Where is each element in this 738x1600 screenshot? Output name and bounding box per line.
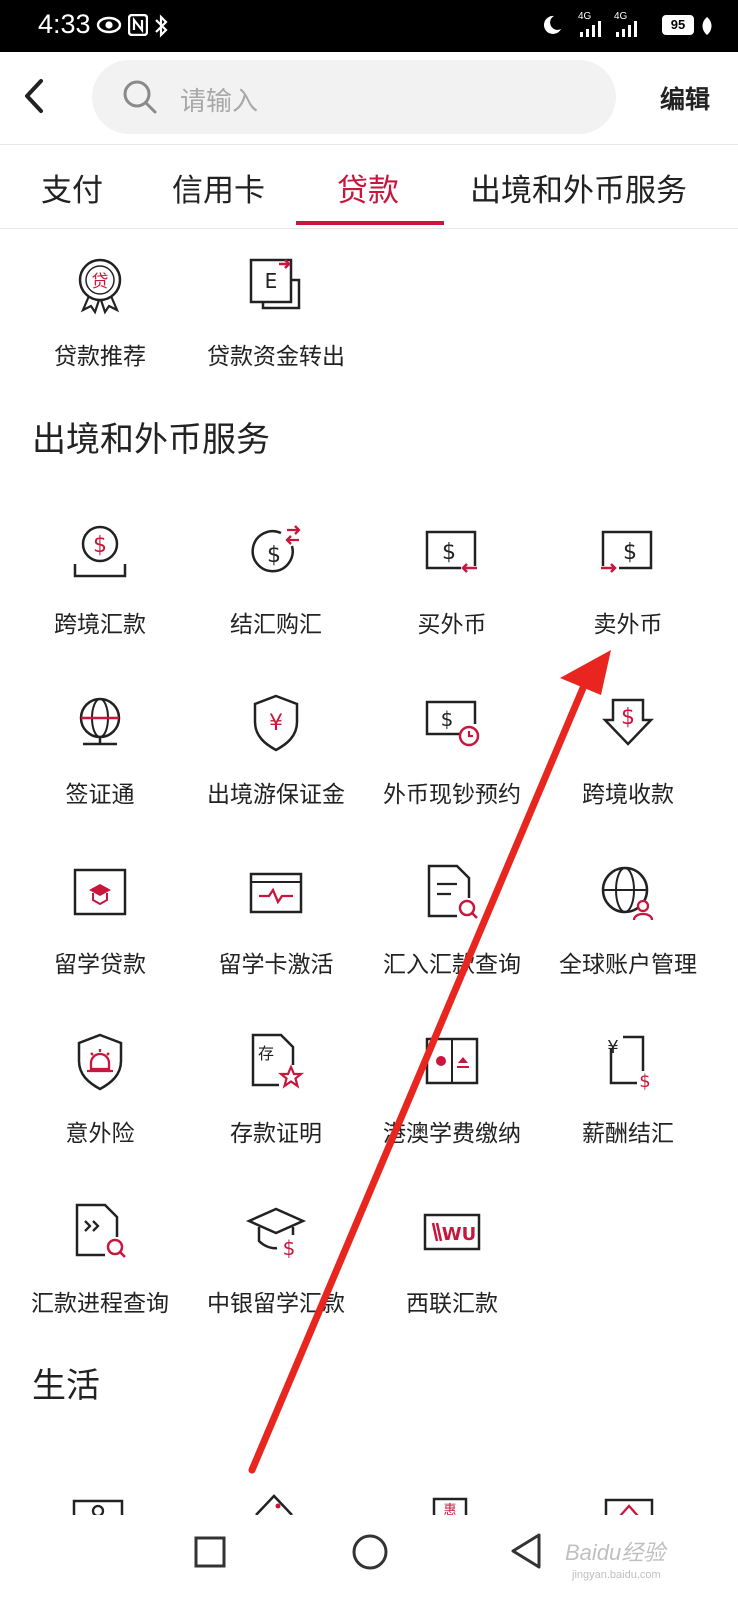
cross-border-receive-icon: $ [602,698,654,746]
deposit-certificate-icon: 存 [251,1033,305,1089]
grid-item-label: 跨境汇款 [54,612,146,638]
grid-item-label: 留学卡激活 [218,952,334,978]
leaf-icon [702,17,712,35]
card-activate-icon [249,872,303,914]
grid-item-label: 外币现钞预约 [383,782,521,808]
svg-text:$: $ [623,540,637,565]
study-loan-icon [73,868,127,916]
baidu-watermark: Baidu经验 [565,1540,666,1565]
remit-progress-icon [75,1203,126,1258]
svg-text:贷: 贷 [92,272,109,292]
grid-item-label: 留学贷款 [54,952,146,978]
grid-item-label: 汇款进程查询 [31,1291,169,1317]
baidu-watermark-url: jingyan.baidu.com [572,1569,661,1581]
hk-macau-tuition-icon [425,1037,479,1085]
svg-text:E: E [265,269,278,293]
fund-transfer-icon: E [249,258,301,310]
search-icon [123,80,157,114]
salary-exchange-icon: ¥ $ [607,1035,651,1092]
grid-item-label: 港澳学费缴纳 [383,1121,521,1147]
svg-text:$: $ [442,540,456,565]
search-placeholder: 请输入 [180,87,259,117]
exchange-icon: $ [251,525,301,573]
life-home-card-icon [604,1498,654,1516]
recent-apps-icon[interactable] [193,1535,227,1569]
eye-icon [96,16,122,34]
cross-border-remit-icon: $ [73,525,127,578]
grid-item-label: 贷款资金转出 [207,344,345,370]
visa-globe-icon [79,697,121,746]
svg-text:¥: ¥ [607,1037,618,1058]
life-house-icon [255,1494,293,1515]
loan-badge-icon: 贷 [78,258,122,315]
back-arrow-icon[interactable] [22,78,46,114]
svg-text:存: 存 [258,1044,274,1063]
global-account-icon [601,866,654,921]
signal-icon-1 [580,21,601,37]
shield-yuan-icon: ¥ [253,694,299,752]
grid-item-label: 薪酬结汇 [582,1121,674,1147]
grid-item-label: 贷款推荐 [54,344,146,370]
svg-text:WU: WU [442,1224,476,1245]
grid-item-label: 汇入汇款查询 [383,952,521,978]
status-time: 4:33 [38,9,91,39]
signal-icon-2 [616,21,637,37]
section-title-life: 生活 [32,1366,100,1406]
grid-item-label: 出境游保证金 [207,782,345,808]
life-person-card-icon [72,1499,124,1517]
active-tab-indicator [296,221,444,225]
moon-icon [543,15,561,34]
grid-item-label: 跨境收款 [582,782,674,808]
buy-forex-icon: $ [425,530,477,573]
header-bar: 请输入 编辑 [0,52,738,145]
grid-item-label: 结汇购汇 [230,612,322,638]
nfc-icon [128,14,148,36]
category-tabs: 支付 信用卡 贷款 出境和外币服务 [0,145,738,229]
life-calendar-icon: 惠 [432,1497,468,1516]
svg-text:$: $ [621,705,635,730]
svg-text:$: $ [441,707,454,731]
grid-item-label: 存款证明 [230,1121,322,1147]
status-bar: 4:33 4G 4G 95 [0,0,738,52]
svg-text:$: $ [267,543,281,568]
battery-indicator: 95 [662,15,694,35]
accident-insurance-icon [77,1033,123,1091]
grid-item-label: 意外险 [65,1121,135,1147]
cash-reservation-icon: $ [425,700,480,747]
tab-payment[interactable]: 支付 [41,165,103,210]
search-input[interactable]: 请输入 [92,60,616,134]
svg-text:$: $ [93,533,107,558]
tab-forex-services[interactable]: 出境和外币服务 [470,165,687,210]
back-nav-icon[interactable] [509,1532,543,1570]
section-title-forex: 出境和外币服务 [32,420,270,460]
grid-item-label: 卖外币 [593,612,663,638]
grid-item-label: 中银留学汇款 [207,1291,345,1317]
svg-text:$: $ [283,1236,296,1260]
grid-item-label: 签证通 [65,782,135,808]
svg-text:$: $ [639,1071,650,1092]
western-union-icon: WU [423,1213,481,1251]
grid-item-label: 买外币 [417,612,487,638]
study-abroad-remit-icon: $ [245,1207,307,1260]
tab-loan[interactable]: 贷款 [337,165,399,210]
sell-forex-icon: $ [601,530,653,573]
grid-item-label: 全球账户管理 [559,952,697,978]
edit-button[interactable]: 编辑 [660,80,710,116]
home-icon[interactable] [351,1533,389,1571]
svg-text:¥: ¥ [269,711,283,736]
tab-credit-card[interactable]: 信用卡 [172,165,265,210]
grid-item-label: 西联汇款 [406,1291,498,1317]
inbound-query-icon [427,864,478,919]
bluetooth-icon [155,14,168,38]
